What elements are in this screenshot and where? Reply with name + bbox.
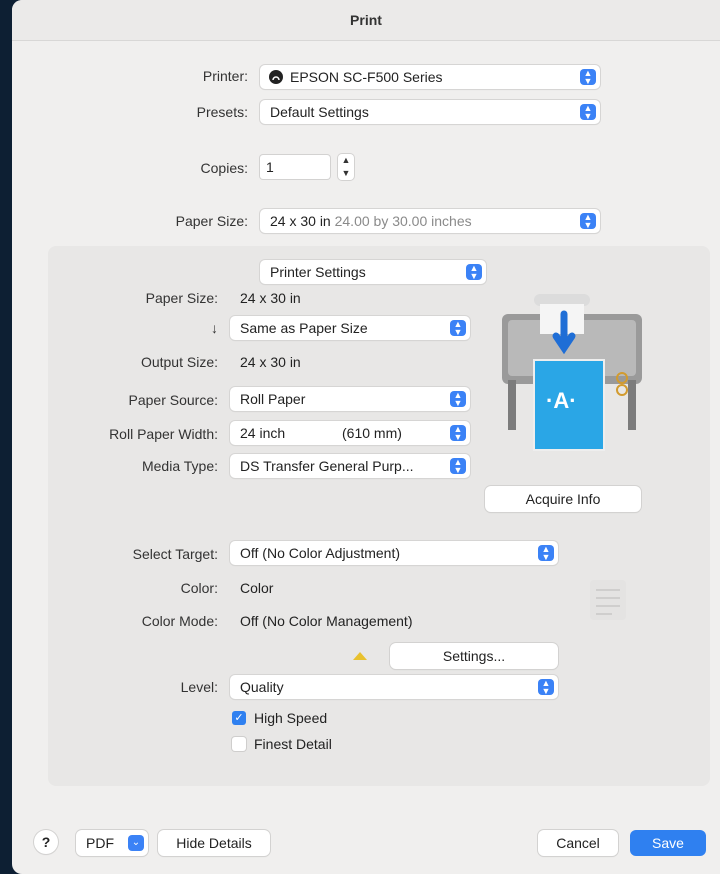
presets-label: Presets: xyxy=(196,104,248,120)
ps-paper-size-value: 24 x 30 in xyxy=(240,290,301,306)
output-size-label: Output Size: xyxy=(140,354,218,370)
popup-stepper-icon: ▲ ▼ xyxy=(450,391,466,408)
popup-stepper-icon: ▲ ▼ xyxy=(450,425,466,442)
copies-label: Copies: xyxy=(200,160,248,176)
warning-icon xyxy=(352,648,368,660)
popup-stepper-icon: ▲ ▼ xyxy=(580,104,596,121)
select-target-value: Off (No Color Adjustment) xyxy=(240,545,401,561)
section-value: Printer Settings xyxy=(270,264,366,280)
roll-width-value: 24 inch xyxy=(240,425,286,441)
color-mode-label: Color Mode: xyxy=(141,613,218,629)
paper-source-popup[interactable]: Roll Paper ▲ ▼ xyxy=(230,387,470,411)
color-mode-value: Off (No Color Management) xyxy=(240,613,413,629)
output-size-value: 24 x 30 in xyxy=(240,354,301,370)
section-popup[interactable]: Printer Settings ▲ ▼ xyxy=(260,260,486,284)
printer-illustration: ·A· xyxy=(494,284,654,454)
roll-width-mm: (610 mm) xyxy=(342,425,402,441)
paper-size-value: 24 x 30 in xyxy=(270,213,331,229)
ps-paper-size-label: Paper Size: xyxy=(145,290,218,306)
scale-arrow-icon: ↓ xyxy=(211,320,218,336)
chevron-down-icon: ⌄ xyxy=(128,835,144,851)
save-button[interactable]: Save xyxy=(630,830,706,856)
paper-size-label: Paper Size: xyxy=(175,213,248,229)
popup-stepper-icon: ▲ ▼ xyxy=(580,69,596,86)
level-value: Quality xyxy=(240,679,284,695)
list-icon xyxy=(588,578,628,622)
copies-stepper[interactable]: ▲ ▼ xyxy=(338,154,354,180)
hide-details-button[interactable]: Hide Details xyxy=(158,830,270,856)
printer-value: EPSON SC-F500 Series xyxy=(290,69,443,85)
popup-stepper-icon: ▲ ▼ xyxy=(450,320,466,337)
printer-label: Printer: xyxy=(202,68,248,84)
roll-width-popup[interactable]: 24 inch (610 mm) ▲ ▼ xyxy=(230,421,470,445)
window-title: Print xyxy=(12,0,720,41)
level-popup[interactable]: Quality ▲ ▼ xyxy=(230,675,558,699)
presets-popup[interactable]: Default Settings ▲ ▼ xyxy=(260,100,600,124)
media-type-value: DS Transfer General Purp... xyxy=(240,458,414,474)
settings-button[interactable]: Settings... xyxy=(390,643,558,669)
copies-field[interactable]: 1 xyxy=(260,155,330,179)
level-label: Level: xyxy=(180,679,218,695)
pdf-button[interactable]: PDF ⌄ xyxy=(76,830,148,856)
paper-size-popup[interactable]: 24 x 30 in 24.00 by 30.00 inches ▲ ▼ xyxy=(260,209,600,233)
select-target-popup[interactable]: Off (No Color Adjustment) ▲ ▼ xyxy=(230,541,558,565)
media-type-popup[interactable]: DS Transfer General Purp... ▲ ▼ xyxy=(230,454,470,478)
popup-stepper-icon: ▲ ▼ xyxy=(580,213,596,230)
printer-status-icon xyxy=(269,70,283,84)
paper-source-label: Paper Source: xyxy=(128,392,219,408)
scale-popup[interactable]: Same as Paper Size ▲ ▼ xyxy=(230,316,470,340)
roll-width-label: Roll Paper Width: xyxy=(109,426,218,442)
high-speed-checkbox[interactable]: ✓ xyxy=(232,711,246,725)
media-type-label: Media Type: xyxy=(141,458,218,474)
svg-text:·A·: ·A· xyxy=(546,388,577,413)
high-speed-label: High Speed xyxy=(254,710,328,726)
popup-stepper-icon: ▲ ▼ xyxy=(450,458,466,475)
color-label: Color: xyxy=(180,580,218,596)
paper-source-value: Roll Paper xyxy=(240,391,306,407)
printer-popup[interactable]: EPSON SC-F500 Series ▲ ▼ xyxy=(260,65,600,89)
presets-value: Default Settings xyxy=(270,104,369,120)
color-value: Color xyxy=(240,580,274,596)
finest-detail-label: Finest Detail xyxy=(254,736,332,752)
popup-stepper-icon: ▲ ▼ xyxy=(538,545,554,562)
finest-detail-checkbox[interactable] xyxy=(232,737,246,751)
pdf-label: PDF xyxy=(86,835,114,851)
paper-size-detail: 24.00 by 30.00 inches xyxy=(334,213,472,229)
popup-stepper-icon: ▲ ▼ xyxy=(466,264,482,281)
acquire-info-button[interactable]: Acquire Info xyxy=(485,486,641,512)
print-dialog: Print Printer: EPSON SC-F500 Series ▲ ▼ P… xyxy=(12,0,720,874)
scale-value: Same as Paper Size xyxy=(240,320,368,336)
popup-stepper-icon: ▲ ▼ xyxy=(538,679,554,696)
cancel-button[interactable]: Cancel xyxy=(538,830,618,856)
help-icon[interactable]: ? xyxy=(34,830,58,854)
select-target-label: Select Target: xyxy=(132,546,218,562)
